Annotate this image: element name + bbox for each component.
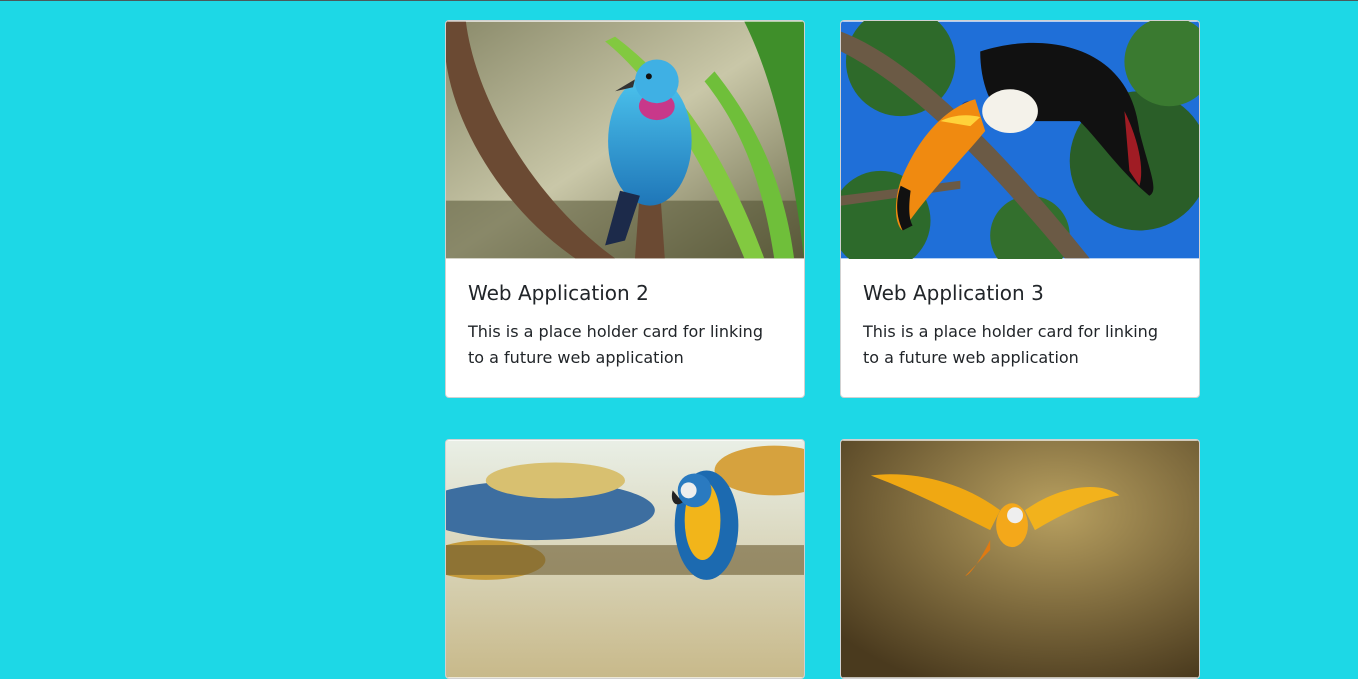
card-body: Web Application 2 This is a place holder… [446, 259, 804, 397]
blue-gold-macaw-image [446, 440, 804, 678]
top-border [0, 0, 1358, 1]
card-title[interactable]: Web Application 3 [863, 281, 1177, 305]
card-body: Web Application 3 This is a place holder… [841, 259, 1199, 397]
blue-cotinga-bird-image [446, 21, 804, 259]
toucan-bird-image [841, 21, 1199, 259]
card-text: This is a place holder card for linking … [863, 322, 1158, 367]
card-text: This is a place holder card for linking … [468, 322, 763, 367]
flying-macaw-image [841, 440, 1199, 678]
card-web-application-3[interactable]: Web Application 3 This is a place holder… [840, 20, 1200, 398]
card-title[interactable]: Web Application 2 [468, 281, 782, 305]
card-web-application-2[interactable]: Web Application 2 This is a place holder… [445, 20, 805, 398]
card-web-application-4[interactable] [445, 439, 805, 679]
card-web-application-5[interactable] [840, 439, 1200, 679]
